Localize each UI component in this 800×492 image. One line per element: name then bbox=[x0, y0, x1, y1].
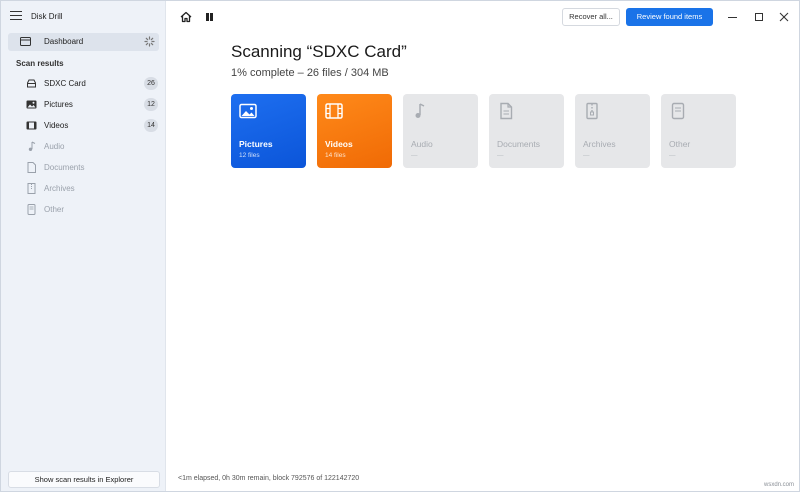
music-note-icon bbox=[415, 103, 425, 118]
document-icon bbox=[500, 102, 513, 120]
app-window: Disk Drill Dashboard Scan results SDXC C… bbox=[0, 0, 800, 492]
card-title: Other bbox=[669, 139, 691, 149]
card-documents[interactable]: Documents — bbox=[489, 94, 564, 168]
recover-all-button[interactable]: Recover all... bbox=[562, 8, 620, 26]
card-pictures[interactable]: Pictures 12 files bbox=[231, 94, 306, 168]
archive-icon bbox=[27, 183, 36, 194]
status-bar-text: <1m elapsed, 0h 30m remain, block 792576… bbox=[178, 475, 360, 482]
sidebar-item-dashboard[interactable]: Dashboard bbox=[8, 33, 159, 51]
app-title: Disk Drill bbox=[31, 12, 63, 21]
page-title: Scanning “SDXC Card” bbox=[231, 42, 407, 61]
file-icon bbox=[27, 204, 36, 215]
watermark: wsxdn.com bbox=[764, 482, 795, 488]
sidebar-item-label: Documents bbox=[44, 163, 85, 172]
card-title: Audio bbox=[411, 139, 433, 149]
sidebar-item-pictures[interactable]: Pictures 12 bbox=[8, 96, 159, 113]
card-subtitle: — bbox=[669, 152, 676, 159]
sidebar-item-label: Other bbox=[44, 205, 65, 214]
card-videos[interactable]: Videos 14 files bbox=[317, 94, 392, 168]
minimize-icon[interactable] bbox=[725, 9, 741, 25]
dashboard-icon bbox=[20, 37, 31, 46]
pause-icon[interactable] bbox=[202, 10, 216, 24]
card-subtitle: — bbox=[583, 152, 590, 159]
sidebar-item-documents[interactable]: Documents bbox=[8, 159, 159, 176]
film-icon bbox=[325, 103, 343, 119]
sidebar-item-label: Dashboard bbox=[44, 37, 84, 46]
card-subtitle: — bbox=[411, 152, 418, 159]
music-note-icon bbox=[28, 141, 36, 151]
spinner-icon bbox=[144, 36, 155, 47]
count-badge: 12 bbox=[144, 98, 158, 111]
card-subtitle: 14 files bbox=[325, 152, 346, 159]
document-icon bbox=[27, 162, 36, 173]
count-badge: 14 bbox=[144, 119, 158, 132]
sidebar-item-label: Archives bbox=[44, 184, 75, 193]
card-subtitle: 12 files bbox=[239, 152, 260, 159]
card-title: Videos bbox=[325, 139, 353, 149]
video-icon bbox=[26, 121, 37, 130]
sidebar-item-audio[interactable]: Audio bbox=[8, 138, 159, 155]
card-title: Archives bbox=[583, 139, 616, 149]
file-icon bbox=[671, 102, 685, 120]
hamburger-menu-icon[interactable] bbox=[10, 11, 22, 21]
sidebar-item-archives[interactable]: Archives bbox=[8, 180, 159, 197]
sidebar-item-other[interactable]: Other bbox=[8, 201, 159, 218]
drive-icon bbox=[27, 79, 36, 88]
close-icon[interactable] bbox=[776, 9, 792, 25]
section-label-scan-results: Scan results bbox=[16, 59, 64, 68]
show-in-explorer-button[interactable]: Show scan results in Explorer bbox=[8, 471, 160, 488]
sidebar-item-videos[interactable]: Videos 14 bbox=[8, 117, 159, 134]
sidebar-item-sdxc-card[interactable]: SDXC Card 26 bbox=[8, 75, 159, 92]
home-icon[interactable] bbox=[179, 10, 193, 24]
sidebar-item-label: SDXC Card bbox=[44, 79, 86, 88]
sidebar-item-label: Videos bbox=[44, 121, 69, 130]
sidebar-item-label: Pictures bbox=[44, 100, 73, 109]
review-found-items-button[interactable]: Review found items bbox=[626, 8, 713, 26]
scan-progress-text: 1% complete – 26 files / 304 MB bbox=[231, 67, 389, 79]
picture-icon bbox=[26, 100, 37, 109]
card-subtitle: — bbox=[497, 152, 504, 159]
count-badge: 26 bbox=[144, 77, 158, 90]
card-title: Documents bbox=[497, 139, 540, 149]
sidebar-item-label: Audio bbox=[44, 142, 65, 151]
card-other[interactable]: Other — bbox=[661, 94, 736, 168]
maximize-icon[interactable] bbox=[751, 9, 767, 25]
archive-icon bbox=[586, 102, 598, 120]
card-archives[interactable]: Archives — bbox=[575, 94, 650, 168]
card-title: Pictures bbox=[239, 139, 273, 149]
card-audio[interactable]: Audio — bbox=[403, 94, 478, 168]
sidebar: Disk Drill Dashboard Scan results SDXC C… bbox=[1, 1, 166, 491]
picture-icon bbox=[239, 103, 257, 119]
